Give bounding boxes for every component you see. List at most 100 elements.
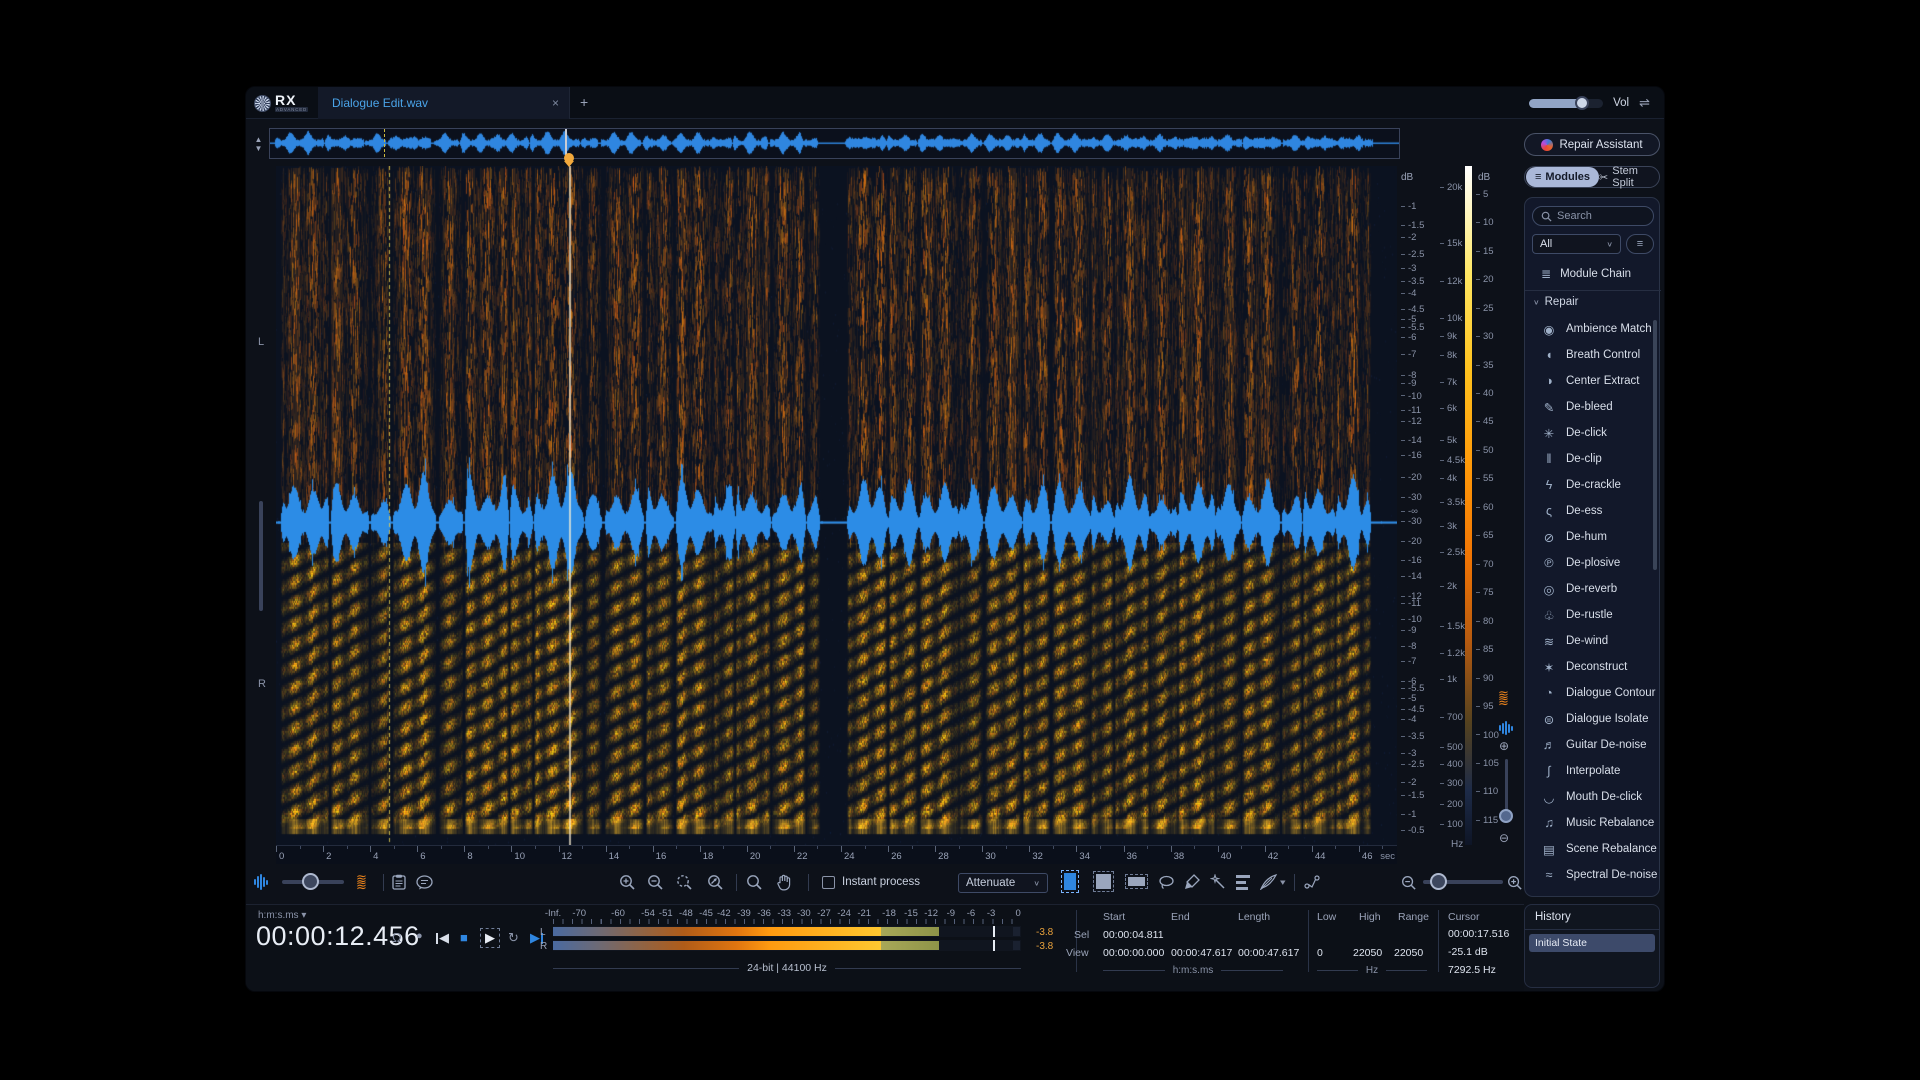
history-item[interactable]: Initial State (1529, 934, 1655, 952)
tab-dialogue-edit[interactable]: Dialogue Edit.wav × (318, 87, 570, 119)
ruler-tick (888, 846, 889, 852)
ruler-minor-tick (488, 846, 489, 849)
instant-process-checkbox[interactable] (822, 876, 835, 889)
magnifier-icon[interactable] (746, 871, 763, 893)
comment-icon[interactable] (416, 871, 433, 893)
lasso-tool-icon[interactable] (1158, 871, 1175, 893)
overview-canvas[interactable] (270, 129, 1399, 158)
spectrogram-canvas[interactable] (276, 166, 1397, 845)
waveform-view-icon[interactable] (1499, 721, 1513, 735)
loop-button[interactable]: ↻ (508, 930, 519, 946)
overview-waveform[interactable] (269, 128, 1400, 159)
zoom-in-vertical-icon[interactable]: ⊕ (1499, 739, 1509, 753)
freq-range-value[interactable]: 22050 (1394, 947, 1423, 959)
zoom-out-vertical-icon[interactable]: ⊖ (1499, 831, 1509, 845)
module-item-ambience-match[interactable]: ◉Ambience Match (1525, 316, 1661, 342)
repair-section-header[interactable]: ∨ Repair (1533, 296, 1578, 308)
signal-node-tool-icon[interactable] (1304, 871, 1321, 893)
module-item-de-click[interactable]: ✳De-click (1525, 420, 1661, 446)
feather-tool-dropdown-icon[interactable]: ▾ (1280, 873, 1286, 891)
frequency-selection-tool[interactable] (1128, 877, 1145, 886)
module-item-de-ess[interactable]: ςDe-ess (1525, 498, 1661, 524)
sel-start-value[interactable]: 00:00:04.811 (1103, 929, 1164, 941)
module-item-de-reverb[interactable]: ◎De-reverb (1525, 576, 1661, 602)
repair-assistant-button[interactable]: Repair Assistant (1524, 133, 1660, 156)
module-item-de-wind[interactable]: ≋De-wind (1525, 628, 1661, 654)
ruler-tick (1124, 846, 1125, 852)
tab-stem-split[interactable]: ✂ Stem Split (1599, 165, 1659, 189)
new-tab-button[interactable]: + (580, 94, 588, 110)
module-item-music-rebalance[interactable]: ♫Music Rebalance (1525, 810, 1661, 836)
module-item-de-hum[interactable]: ⊘De-hum (1525, 524, 1661, 550)
time-format-selector[interactable]: h:m:s.ms ▾ (258, 910, 306, 921)
spectrogram-blend-icon[interactable]: ≋≋ (356, 871, 366, 893)
overview-resize-handle[interactable]: ▲▼ (251, 131, 266, 157)
clipboard-icon[interactable] (392, 871, 406, 893)
module-item-guitar-de-noise[interactable]: ♬Guitar De-noise (1525, 732, 1661, 758)
vertical-scrollbar[interactable] (259, 501, 263, 611)
category-filter-dropdown[interactable]: All ∨ (1532, 234, 1621, 254)
spectrogram-view-icon[interactable]: ≋≋ (1498, 691, 1508, 705)
module-item-de-plosive[interactable]: ℗De-plosive (1525, 550, 1661, 576)
module-list-scrollbar[interactable] (1653, 320, 1657, 570)
harmonics-tool-icon[interactable] (1236, 871, 1250, 893)
zoom-out-horizontal-icon[interactable] (1401, 872, 1417, 894)
volume-knob[interactable] (1575, 96, 1589, 110)
spectrogram-color-scale[interactable] (1465, 166, 1472, 845)
record-button[interactable]: ● (416, 930, 423, 942)
view-end-value[interactable]: 00:00:47.617 (1171, 947, 1232, 959)
module-item-de-crackle[interactable]: ϟDe-crackle (1525, 472, 1661, 498)
zoom-in-horizontal-icon[interactable] (1507, 872, 1523, 894)
stop-button[interactable]: ■ (460, 930, 468, 945)
view-start-value[interactable]: 00:00:00.000 (1103, 947, 1164, 959)
ruler-label: 44 (1315, 851, 1326, 862)
time-ruler[interactable]: sec 024681012141618202224262830323436384… (276, 845, 1397, 864)
amp-tick: -11 (1401, 598, 1421, 609)
tab-modules[interactable]: ≡ Modules (1526, 167, 1599, 187)
module-item-interpolate[interactable]: ∫Interpolate (1525, 758, 1661, 784)
module-item-de-rustle[interactable]: ♧De-rustle (1525, 602, 1661, 628)
close-icon[interactable]: × (552, 96, 559, 110)
module-item-mouth-de-click[interactable]: ◡Mouth De-click (1525, 784, 1661, 810)
freq-low-value[interactable]: 0 (1317, 947, 1323, 959)
zoom-in-icon[interactable] (619, 871, 636, 893)
module-item-deconstruct[interactable]: ✶Deconstruct (1525, 654, 1661, 680)
vertical-zoom-slider[interactable] (1505, 759, 1508, 815)
brush-tool-icon[interactable] (1184, 871, 1200, 893)
horizontal-zoom-knob[interactable] (1430, 873, 1447, 890)
process-mode-dropdown[interactable]: Attenuate ∨ (958, 873, 1048, 893)
zoom-fit-icon[interactable] (706, 871, 725, 893)
hand-tool-icon[interactable] (776, 871, 792, 893)
zoom-selection-icon[interactable] (675, 871, 694, 893)
module-item-de-clip[interactable]: ‖De-clip (1525, 446, 1661, 472)
list-options-button[interactable]: ≡ (1626, 234, 1654, 254)
module-item-breath-control[interactable]: ◖Breath Control (1525, 342, 1661, 368)
volume-slider[interactable] (1529, 99, 1603, 108)
module-search[interactable] (1532, 206, 1654, 226)
waveform-blend-icon[interactable] (254, 871, 268, 893)
module-item-scene-rebalance[interactable]: ▤Scene Rebalance (1525, 836, 1661, 862)
play-button[interactable]: ▶ (480, 928, 500, 948)
module-chain-item[interactable]: ≣ Module Chain (1525, 262, 1661, 286)
skip-to-start-button[interactable]: ◀ (436, 930, 449, 946)
search-input[interactable] (1557, 210, 1641, 222)
monitor-button[interactable]: Ω (392, 930, 402, 945)
sel-row-label: Sel (1074, 929, 1089, 941)
vertical-zoom-knob[interactable] (1499, 809, 1513, 823)
zoom-out-icon[interactable] (647, 871, 664, 893)
time-frequency-selection-tool[interactable] (1096, 874, 1111, 889)
module-item-dialogue-contour[interactable]: ◔Dialogue Contour (1525, 680, 1661, 706)
amp-tick: -2 (1401, 232, 1416, 243)
time-selection-tool[interactable] (1064, 873, 1076, 890)
module-item-spectral-de-noise[interactable]: ≈Spectral De-noise (1525, 862, 1661, 888)
blend-slider-knob[interactable] (302, 873, 319, 890)
module-item-de-bleed[interactable]: ✎De-bleed (1525, 394, 1661, 420)
module-item-dialogue-isolate[interactable]: ⊜Dialogue Isolate (1525, 706, 1661, 732)
signal-route-icon[interactable]: ⇌ (1639, 95, 1650, 111)
playhead-pin[interactable] (564, 153, 574, 167)
magic-wand-icon[interactable] (1210, 871, 1226, 893)
module-item-center-extract[interactable]: ◑Center Extract (1525, 368, 1661, 394)
feather-tool-icon[interactable] (1260, 871, 1278, 893)
view-length-value[interactable]: 00:00:47.617 (1238, 947, 1299, 959)
freq-high-value[interactable]: 22050 (1353, 947, 1382, 959)
